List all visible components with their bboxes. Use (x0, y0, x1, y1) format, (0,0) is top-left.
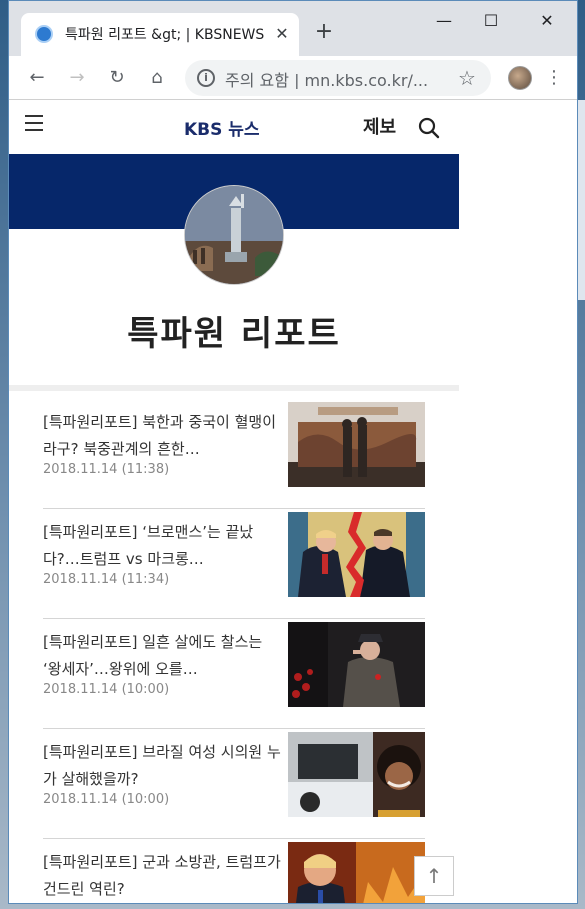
section-title: 특파원 리포트 (127, 314, 341, 354)
web-page: KBS 뉴스 제보 특파원 리포트 [특파원리포트] 북한과 중국이 혈맹이라구… (9, 101, 459, 904)
tipoff-button[interactable]: 제보 (363, 113, 403, 139)
url-text: mn.kbs.co.kr/... (304, 71, 429, 89)
article-date: 2018.11.14 (11:34) (43, 572, 170, 587)
article-title[interactable]: [특파원리포트] 군과 소방관, 트럼프가 건드린 역린? (43, 849, 283, 903)
forward-icon[interactable]: → (63, 64, 91, 92)
kbs-news-logo[interactable]: KBS 뉴스 (184, 115, 284, 141)
article-item[interactable]: [특파원리포트] 브라질 여성 시의원 누가 살해했을까? 2018.11.14… (43, 729, 425, 839)
article-title[interactable]: [특파원리포트] ‘브로맨스’는 끝났다?…트럼프 vs 마크롱… (43, 519, 283, 573)
hamburger-menu-icon[interactable] (25, 115, 43, 131)
profile-avatar[interactable] (508, 66, 532, 90)
prince-salute-photo[interactable] (288, 622, 425, 707)
page-blank-area (459, 101, 577, 903)
article-title[interactable]: [특파원리포트] 북한과 중국이 혈맹이라구? 북중관계의 흔한… (43, 409, 283, 463)
title-bar: 특파원 리포트 &gt; | KBSNEWS ✕ + — ☐ ✕ (9, 1, 577, 56)
bookmark-star-icon[interactable]: ☆ (455, 66, 479, 90)
new-tab-button[interactable]: + (312, 20, 336, 44)
article-date: 2018.11.14 (11:38) (43, 462, 170, 477)
tab-title: 특파원 리포트 &gt; | KBSNEWS (65, 27, 265, 43)
reload-icon[interactable]: ↻ (103, 64, 131, 92)
section-divider (9, 385, 459, 391)
separator: | (294, 71, 305, 89)
back-icon[interactable]: ← (23, 64, 51, 92)
address-text[interactable]: 주의 요함 | mn.kbs.co.kr/... (225, 67, 447, 89)
security-label: 주의 요함 (225, 71, 289, 89)
browser-window: 특파원 리포트 &gt; | KBSNEWS ✕ + — ☐ ✕ ← → ↻ ⌂… (8, 0, 578, 904)
chrome-menu-icon[interactable]: ⋮ (544, 64, 564, 92)
address-bar[interactable]: i 주의 요함 | mn.kbs.co.kr/... ☆ (185, 60, 491, 96)
article-date: 2018.11.14 (10:00) (43, 792, 170, 807)
browser-toolbar: ← → ↻ ⌂ i 주의 요함 | mn.kbs.co.kr/... ☆ ⋮ (9, 56, 577, 100)
browser-tab[interactable]: 특파원 리포트 &gt; | KBSNEWS ✕ (21, 13, 299, 56)
site-header: KBS 뉴스 제보 (9, 101, 459, 154)
article-title[interactable]: [특파원리포트] 일흔 살에도 찰스는 ‘왕세자’…왕위에 오를… (43, 629, 283, 683)
search-icon[interactable] (418, 117, 440, 139)
article-title[interactable]: [특파원리포트] 브라질 여성 시의원 누가 살해했을까? (43, 739, 283, 793)
close-tab-icon[interactable]: ✕ (271, 23, 293, 45)
home-icon[interactable]: ⌂ (143, 64, 171, 92)
info-icon[interactable]: i (197, 69, 215, 87)
section-profile-image (184, 185, 284, 285)
minimize-button[interactable]: — (424, 9, 464, 33)
two-leaders-photo[interactable] (288, 512, 425, 597)
car-woman-photo[interactable] (288, 732, 425, 817)
article-date: 2018.11.14 (10:00) (43, 682, 170, 697)
article-item[interactable]: [특파원리포트] 북한과 중국이 혈맹이라구? 북중관계의 흔한… 2018.1… (43, 399, 425, 509)
maximize-button[interactable]: ☐ (471, 9, 511, 33)
statue-monument-photo[interactable] (288, 402, 425, 487)
article-item[interactable]: [특파원리포트] ‘브로맨스’는 끝났다?…트럼프 vs 마크롱… 2018.1… (43, 509, 425, 619)
close-window-button[interactable]: ✕ (527, 9, 567, 33)
article-item[interactable]: [특파원리포트] 일흔 살에도 찰스는 ‘왕세자’…왕위에 오를… 2018.1… (43, 619, 425, 729)
article-date (43, 902, 283, 903)
article-item[interactable]: [특파원리포트] 군과 소방관, 트럼프가 건드린 역린? (43, 839, 425, 904)
kbs-favicon-icon (35, 25, 53, 43)
scroll-to-top-button[interactable]: ↑ (414, 856, 454, 896)
fire-trump-photo[interactable] (288, 842, 425, 904)
